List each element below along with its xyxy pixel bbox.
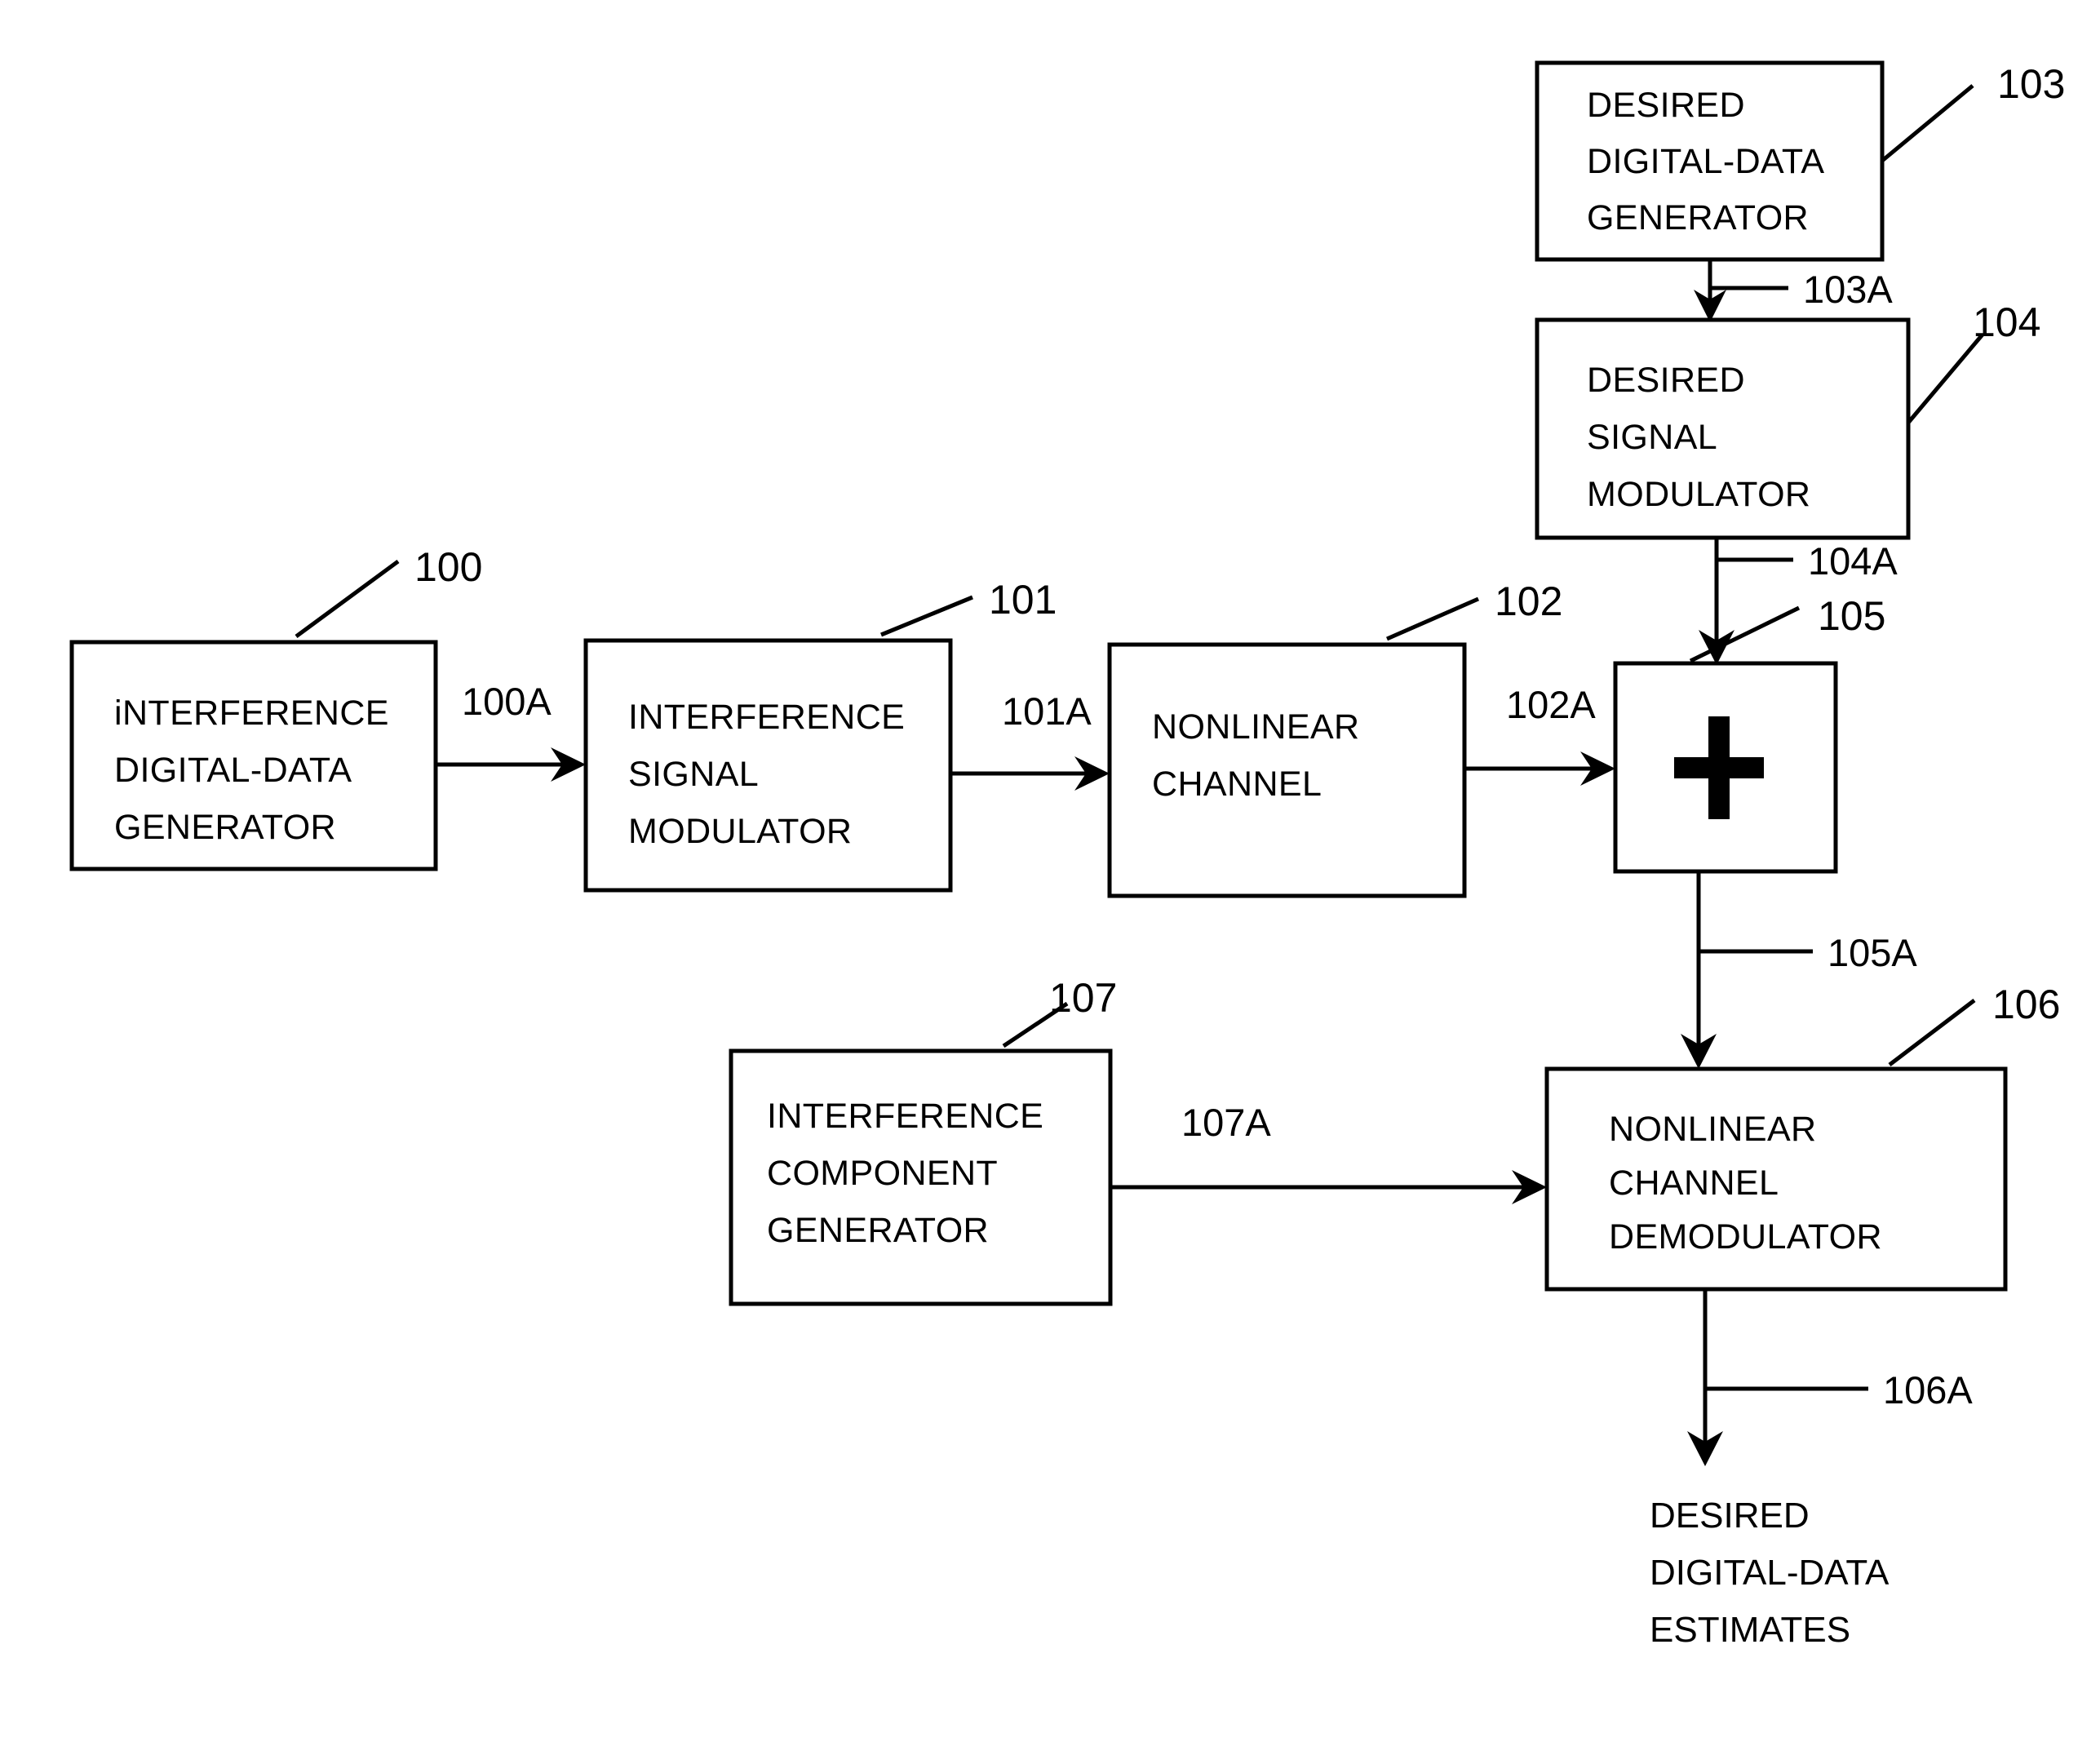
block-104-line-1: DESIRED	[1587, 361, 1745, 400]
block-101-line-2: SIGNAL	[628, 755, 759, 794]
signal-label-105A: 105A	[1828, 931, 1917, 974]
signal-label-104A: 104A	[1808, 539, 1898, 583]
block-101-line-1: INTERFERENCE	[628, 698, 905, 737]
signal-label-100A: 100A	[462, 680, 552, 723]
block-103-line-3: GENERATOR	[1587, 198, 1809, 237]
signal-label-101A: 101A	[1002, 689, 1092, 733]
leader-line-103	[1881, 84, 1974, 162]
leader-line-100	[295, 559, 400, 639]
leader-line-104	[1907, 333, 1984, 424]
block-107-line-2: COMPONENT	[767, 1154, 998, 1193]
ref-number-103: 103	[1997, 61, 2065, 107]
block-106-line-3: DEMODULATOR	[1609, 1217, 1882, 1257]
ref-number-104: 104	[1973, 299, 2040, 345]
block-107-line-3: GENERATOR	[767, 1211, 989, 1250]
block-100-line-2: DIGITAL-DATA	[114, 751, 352, 790]
ref-number-105: 105	[1818, 593, 1885, 639]
block-106-line-1: NONLINEAR	[1609, 1110, 1816, 1149]
output-label-line-3: ESTIMATES	[1650, 1610, 1850, 1650]
block-101-line-3: MODULATOR	[628, 812, 852, 851]
ref-number-106: 106	[1992, 982, 2060, 1027]
leader-line-102	[1385, 596, 1480, 641]
block-107-line-1: INTERFERENCE	[767, 1097, 1043, 1136]
signal-label-106A: 106A	[1883, 1368, 1973, 1412]
block-102-line-1: NONLINEAR	[1152, 707, 1359, 747]
block-102-line-2: CHANNEL	[1152, 765, 1322, 804]
ref-number-102: 102	[1495, 578, 1562, 624]
ref-number-107: 107	[1049, 975, 1117, 1021]
leader-line-105	[1689, 605, 1801, 663]
block-100-line-1: iNTERFERENCE	[114, 694, 389, 733]
output-label-line-2: DIGITAL-DATA	[1650, 1553, 1890, 1593]
output-label-line-1: DESIRED	[1650, 1496, 1810, 1536]
block-100-line-3: GENERATOR	[114, 808, 336, 847]
ref-number-101: 101	[989, 577, 1057, 623]
block-104-line-3: MODULATOR	[1587, 475, 1810, 514]
diagram-canvas: DESIRED DIGITAL-DATA GENERATOR 103 103A …	[69, 60, 2065, 1650]
block-104-line-2: SIGNAL	[1587, 418, 1717, 457]
block-106-line-2: CHANNEL	[1609, 1164, 1779, 1203]
signal-label-107A: 107A	[1181, 1101, 1271, 1144]
block-diagram: DESIRED DIGITAL-DATA GENERATOR 103 103A …	[0, 0, 2100, 1742]
block-103-line-1: DESIRED	[1587, 86, 1745, 125]
signal-label-102A: 102A	[1506, 683, 1596, 726]
block-103-line-2: DIGITAL-DATA	[1587, 142, 1824, 181]
signal-label-103A: 103A	[1803, 268, 1893, 311]
leader-line-106	[1888, 999, 1976, 1066]
ref-number-100: 100	[414, 544, 482, 590]
leader-line-101	[880, 595, 973, 637]
